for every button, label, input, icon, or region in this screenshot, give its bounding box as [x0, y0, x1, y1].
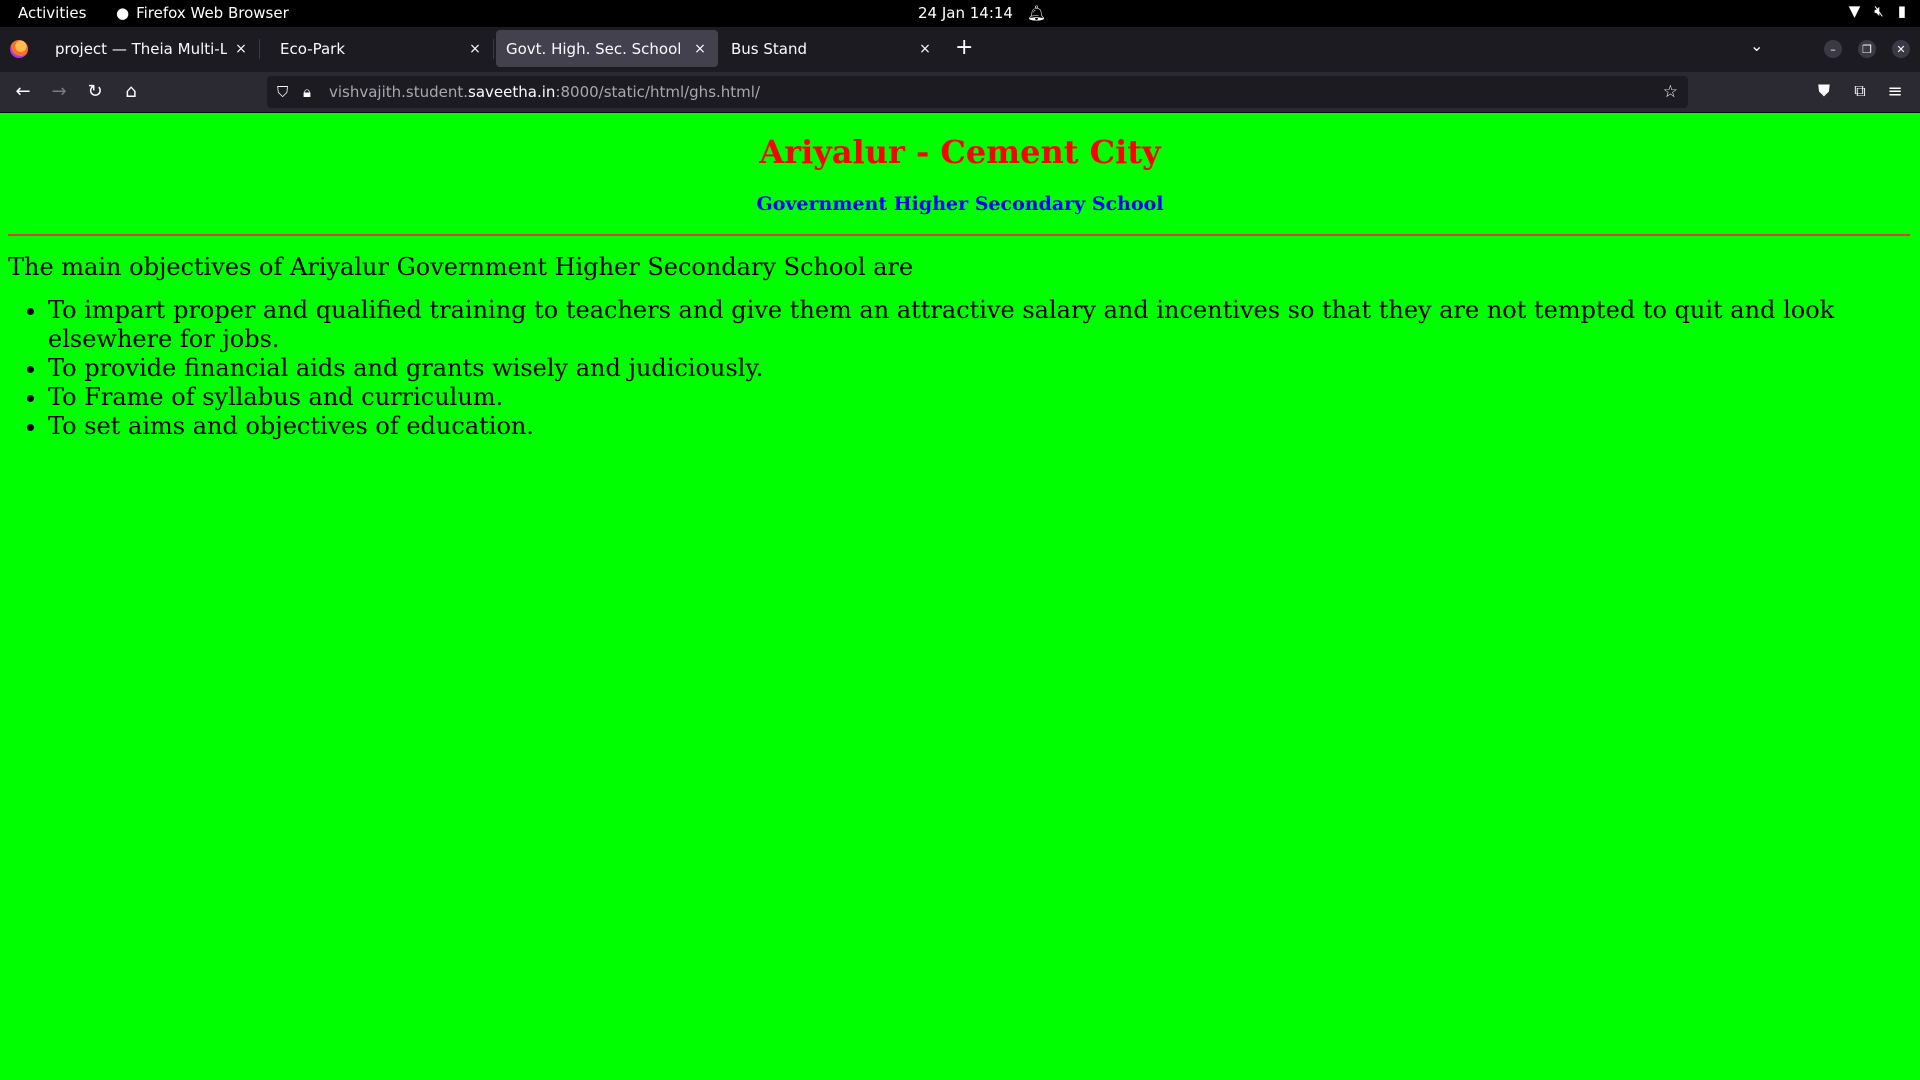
horizontal-rule [8, 234, 1910, 236]
activities-button[interactable]: Activities [18, 4, 86, 22]
battery-icon: ▮ [1897, 2, 1906, 20]
app-name-label: Firefox Web Browser [136, 4, 289, 22]
datetime-label: 24 Jan 14:14 [918, 4, 1013, 22]
tab-label: Govt. High. Sec. School [506, 39, 682, 58]
system-top-bar: Activities ● Firefox Web Browser 24 Jan … [0, 0, 1920, 27]
tab-label: Eco-Park [280, 39, 346, 58]
tab-project[interactable]: project — Theia Multi-Langu × [45, 30, 260, 67]
firefox-view-icon[interactable] [10, 40, 28, 58]
menu-hamburger-icon[interactable]: ≡ [1884, 81, 1906, 102]
home-button[interactable]: ⌂ [120, 81, 142, 102]
objectives-list: To impart proper and qualified training … [8, 296, 1908, 441]
tracking-protection-shield-icon[interactable]: ⛉ [277, 83, 288, 101]
list-all-tabs-chevron-icon[interactable]: ⌄ [1750, 36, 1763, 55]
tab-strip: project — Theia Multi-Langu × Eco-Park ×… [0, 27, 1920, 72]
reload-button[interactable]: ↻ [84, 81, 106, 102]
tab-close-icon[interactable]: × [692, 41, 708, 57]
address-bar[interactable]: ⛉ 🔒︎ vishvajith.student.saveetha.in:8000… [267, 76, 1688, 108]
web-page: Ariyalur - Cement City Government Higher… [0, 113, 1920, 1080]
tab-close-icon[interactable]: × [233, 41, 249, 57]
list-item: To set aims and objectives of education. [48, 412, 1908, 441]
tab-bus-stand[interactable]: Bus Stand × [721, 30, 943, 67]
navigation-toolbar: ← → ↻ ⌂ ⛉ 🔒︎ vishvajith.student.saveetha… [0, 72, 1920, 113]
volume-muted-icon: 🔇︎ [1874, 2, 1884, 20]
close-window-icon[interactable]: ✕ [1892, 40, 1910, 58]
app-menu[interactable]: ● Firefox Web Browser [116, 4, 289, 22]
url-suffix: :8000/static/html/ghs.html/ [555, 83, 760, 101]
clock[interactable]: 24 Jan 14:14 🔔︎ [918, 4, 1046, 22]
restore-icon[interactable]: ❐ [1858, 40, 1876, 58]
back-button[interactable]: ← [12, 81, 34, 102]
url-text[interactable]: vishvajith.student.saveetha.in:8000/stat… [329, 83, 760, 101]
insecure-lock-icon[interactable]: 🔒︎ [303, 83, 311, 101]
wifi-icon: ▼ [1848, 2, 1861, 20]
extensions-puzzle-icon[interactable]: ⧉ [1849, 81, 1871, 101]
firefox-icon: ● [116, 3, 130, 22]
tab-close-icon[interactable]: × [917, 41, 933, 57]
url-host: saveetha.in [468, 83, 556, 101]
list-item: To impart proper and qualified training … [48, 296, 1908, 354]
page-subtitle: Government Higher Secondary School [756, 193, 1164, 215]
system-tray[interactable]: ▼ 🔇︎ ▮ [1849, 4, 1906, 19]
tab-close-icon[interactable]: × [467, 41, 483, 57]
notification-bell-icon: 🔔︎ [1026, 3, 1047, 22]
forward-button[interactable]: → [48, 81, 70, 102]
page-title: Ariyalur - Cement City [759, 133, 1161, 171]
minimize-icon[interactable]: – [1824, 40, 1842, 58]
url-prefix: vishvajith.student. [329, 83, 469, 101]
list-item: To Frame of syllabus and curriculum. [48, 383, 1908, 412]
intro-paragraph: The main objectives of Ariyalur Governme… [8, 253, 914, 281]
bookmark-star-icon[interactable]: ☆ [1663, 82, 1678, 102]
tab-govt-high-sec-school[interactable]: Govt. High. Sec. School × [496, 30, 718, 67]
tab-eco-park[interactable]: Eco-Park × [270, 30, 494, 67]
tab-label: project — Theia Multi-Langu [55, 39, 227, 58]
new-tab-button[interactable]: + [955, 35, 973, 60]
pocket-icon[interactable]: ⛊ [1813, 81, 1835, 101]
list-item: To provide financial aids and grants wis… [48, 354, 1908, 383]
tab-label: Bus Stand [731, 39, 808, 58]
